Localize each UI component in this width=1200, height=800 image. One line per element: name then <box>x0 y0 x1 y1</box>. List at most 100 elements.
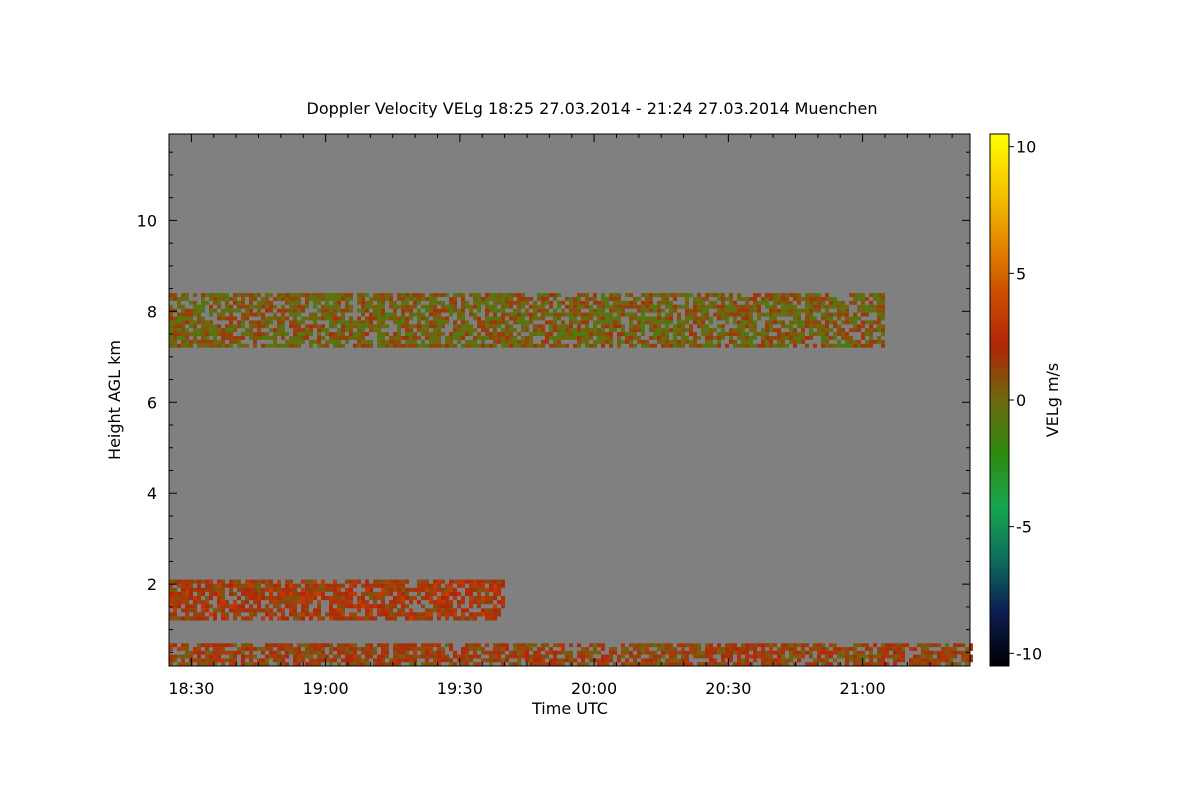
heat-cell <box>253 579 257 584</box>
heat-cell <box>773 300 777 305</box>
heat-cell <box>553 308 557 313</box>
heat-cell <box>749 643 753 648</box>
heat-cell <box>485 608 489 613</box>
heat-cell <box>705 297 709 301</box>
heat-cell <box>797 316 801 321</box>
heat-cell <box>177 300 181 305</box>
heat-cell <box>309 328 313 333</box>
heat-cell <box>773 316 777 321</box>
heat-cell <box>509 650 513 655</box>
heat-cell <box>649 316 653 321</box>
heat-cell <box>285 583 289 588</box>
heat-cell <box>493 336 497 340</box>
heat-cell <box>509 343 513 348</box>
heat-cell <box>557 339 561 344</box>
heat-cell <box>593 308 597 313</box>
heat-cell <box>197 616 201 621</box>
heat-cell <box>293 587 297 592</box>
heat-cell <box>697 343 701 348</box>
heat-cell <box>429 608 433 613</box>
heat-cell <box>377 300 381 305</box>
heat-cell <box>357 658 361 663</box>
heat-cell <box>633 312 637 317</box>
heat-cell <box>525 343 529 348</box>
heat-cell <box>697 308 701 313</box>
heat-cell <box>477 662 481 666</box>
heat-cell <box>897 658 901 663</box>
heat-cell <box>437 293 441 297</box>
x-tick-label: 18:30 <box>168 679 214 698</box>
heat-cell <box>353 336 357 340</box>
heat-cell <box>613 316 617 321</box>
heat-cell <box>189 316 193 321</box>
heat-cell <box>765 324 769 329</box>
heat-cell <box>485 320 489 325</box>
heat-cell <box>341 336 345 340</box>
heat-cell <box>409 662 413 666</box>
heat-cell <box>301 616 305 621</box>
heat-cell <box>537 308 541 313</box>
heat-cell <box>853 293 857 297</box>
heat-cell <box>241 312 245 317</box>
colorbar-scale <box>989 133 1010 667</box>
heat-cell <box>205 650 209 655</box>
heat-cell <box>601 316 605 321</box>
heat-cell <box>381 332 385 336</box>
heat-cell <box>601 312 605 317</box>
heat-cell <box>833 650 837 655</box>
heat-cell <box>189 591 193 596</box>
heat-cell <box>277 596 281 601</box>
heat-cell <box>457 336 461 340</box>
heat-cell <box>833 324 837 329</box>
heat-cell <box>473 612 477 617</box>
heat-cell <box>405 658 409 663</box>
heat-cell <box>657 332 661 336</box>
heat-cell <box>429 312 433 317</box>
heat-cell <box>177 304 181 309</box>
heat-cell <box>401 587 405 592</box>
heat-cell <box>421 596 425 601</box>
heat-cell <box>869 332 873 336</box>
heat-cell <box>357 608 361 613</box>
heat-cell <box>417 343 421 348</box>
heat-cell <box>377 304 381 309</box>
heat-cell <box>473 596 477 601</box>
heat-cell <box>873 320 877 325</box>
heat-cell <box>637 650 641 655</box>
heat-cell <box>689 328 693 333</box>
heat-cell <box>317 662 321 666</box>
heat-cell <box>349 304 353 309</box>
heat-cell <box>629 654 633 659</box>
heat-cell <box>821 343 825 348</box>
heat-cell <box>285 662 289 666</box>
heat-cell <box>549 328 553 333</box>
heat-cell <box>509 300 513 305</box>
heat-cell <box>525 297 529 301</box>
heat-cell <box>329 587 333 592</box>
heat-cell <box>277 608 281 613</box>
heat-cell <box>221 293 225 297</box>
heat-cell <box>861 336 865 340</box>
heat-cell <box>481 658 485 663</box>
heat-cell <box>805 324 809 329</box>
heat-cell <box>421 328 425 333</box>
heat-cell <box>569 316 573 321</box>
heat-cell <box>521 643 525 648</box>
heat-cell <box>469 343 473 348</box>
heat-cell <box>553 662 557 666</box>
heat-cell <box>593 320 597 325</box>
heat-cell <box>373 604 377 609</box>
heat-cell <box>597 300 601 305</box>
heat-cell <box>809 336 813 340</box>
heat-cell <box>337 662 341 666</box>
heat-cell <box>169 647 173 651</box>
heat-cell <box>197 647 201 651</box>
heat-cell <box>709 662 713 666</box>
heat-cell <box>269 579 273 584</box>
heat-cell <box>369 654 373 659</box>
heat-cell <box>717 339 721 344</box>
heat-cell <box>409 324 413 329</box>
heat-cell <box>565 328 569 333</box>
heat-cell <box>461 658 465 663</box>
heat-cell <box>865 643 869 648</box>
